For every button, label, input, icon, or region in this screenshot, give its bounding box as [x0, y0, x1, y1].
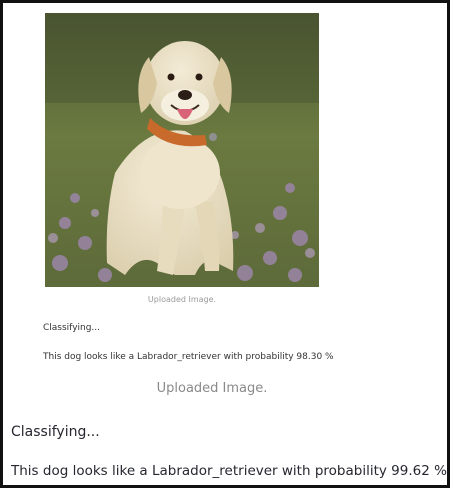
prediction-result: This dog looks like a Labrador_retriever… [11, 463, 447, 479]
image-caption: Uploaded Image. [147, 295, 217, 304]
prediction-result: This dog looks like a Labrador_retriever… [43, 352, 334, 362]
image-caption: Uploaded Image. [156, 381, 268, 396]
screenshot-frame: Uploaded Image. Classifying... This dog … [0, 0, 450, 488]
uploaded-dog-image [45, 13, 319, 287]
classifying-status: Classifying... [11, 424, 100, 440]
classifying-status: Classifying... [43, 323, 101, 333]
embedded-app-screenshot: Uploaded Image. Classifying... This dog … [3, 3, 447, 379]
